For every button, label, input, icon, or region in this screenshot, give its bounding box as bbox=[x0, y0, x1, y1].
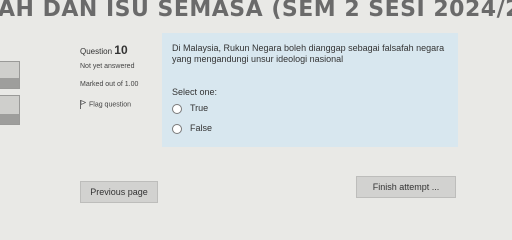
question-content-box: Di Malaysia, Rukun Negara boleh dianggap… bbox=[162, 33, 458, 147]
nav-answered-indicator bbox=[0, 78, 19, 88]
finish-attempt-button[interactable]: Finish attempt ... bbox=[356, 176, 456, 198]
nav-question-8-button[interactable] bbox=[0, 95, 20, 125]
nav-answered-indicator bbox=[0, 114, 19, 124]
question-marks: Marked out of 1.00 bbox=[80, 81, 139, 88]
flag-question-label: Flag question bbox=[89, 101, 132, 109]
question-text: Di Malaysia, Rukun Negara boleh dianggap… bbox=[172, 43, 445, 64]
quiz-title-banner: AH DAN ISU SEMASA (SEM 2 SESI 2024/25) bbox=[0, 0, 512, 22]
flag-question-link[interactable]: Flag question bbox=[80, 99, 132, 109]
question-status: Not yet answered bbox=[80, 63, 135, 70]
question-number-label: Question 10 bbox=[80, 43, 128, 57]
nav-question-4-button[interactable] bbox=[0, 61, 20, 89]
select-one-label: Select one: bbox=[172, 87, 218, 97]
flag-icon bbox=[80, 99, 87, 109]
radio-true[interactable] bbox=[172, 103, 182, 114]
option-true-label: True bbox=[190, 103, 209, 113]
previous-page-button[interactable]: Previous page bbox=[80, 181, 158, 203]
question-number: 10 bbox=[114, 43, 128, 57]
radio-false[interactable] bbox=[172, 123, 182, 134]
option-false[interactable]: False bbox=[172, 123, 212, 134]
question-label: Question bbox=[80, 47, 113, 56]
option-true[interactable]: True bbox=[172, 103, 208, 114]
option-false-label: False bbox=[190, 123, 213, 133]
